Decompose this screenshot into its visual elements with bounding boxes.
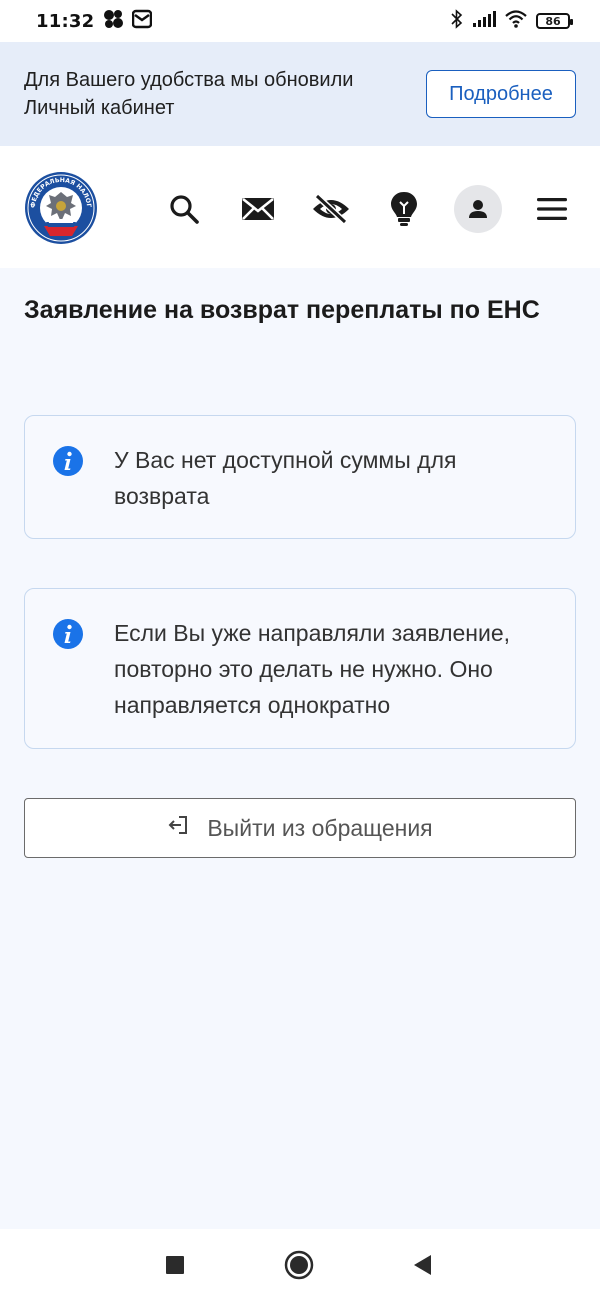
info-card-no-refund: У Вас нет доступной суммы для возврата — [24, 415, 576, 539]
fns-logo[interactable]: ФЕДЕРАЛЬНАЯ НАЛОГОВАЯ СЛУЖБА — [20, 165, 98, 246]
status-right: 86 — [450, 9, 573, 33]
search-icon[interactable] — [163, 188, 205, 230]
home-icon[interactable] — [284, 1250, 314, 1280]
menu-icon[interactable] — [531, 188, 573, 230]
bluetooth-icon — [450, 9, 464, 33]
info-icon — [53, 619, 83, 649]
status-bar: 11:32 86 — [0, 0, 600, 42]
info-icon — [53, 446, 83, 476]
profile-icon[interactable] — [454, 185, 502, 233]
recent-apps-icon[interactable] — [160, 1250, 190, 1280]
info-card-text: Если Вы уже направляли заявление, повтор… — [114, 620, 511, 718]
signal-icon — [472, 10, 496, 32]
mail-icon[interactable] — [237, 188, 279, 230]
exit-request-button[interactable]: Выйти из обращения — [24, 798, 576, 858]
update-notice-text: Для Вашего удобства мы обновили Личный к… — [24, 69, 354, 119]
update-notice-banner: Для Вашего удобства мы обновили Личный к… — [0, 42, 600, 146]
system-nav-bar — [0, 1229, 600, 1299]
lightbulb-icon[interactable] — [383, 188, 425, 230]
status-left: 11:32 — [36, 9, 153, 33]
page-title: Заявление на возврат переплаты по ЕНС — [24, 296, 540, 324]
exit-button-label: Выйти из обращения — [207, 814, 433, 841]
info-card-text: У Вас нет доступной суммы для возврата — [114, 447, 457, 509]
info-card-already-sent: Если Вы уже направляли заявление, повтор… — [24, 588, 576, 749]
exit-icon — [167, 814, 189, 842]
app-notification-icon — [102, 9, 124, 33]
wifi-icon — [504, 9, 528, 33]
mail-icon — [132, 9, 153, 33]
battery-icon: 86 — [536, 13, 573, 29]
more-details-button[interactable]: Подробнее — [426, 70, 576, 118]
site-header: ФЕДЕРАЛЬНАЯ НАЛОГОВАЯ СЛУЖБА — [0, 146, 600, 268]
accessibility-eye-icon[interactable] — [310, 188, 352, 230]
status-time: 11:32 — [36, 10, 95, 32]
back-icon[interactable] — [407, 1250, 437, 1280]
